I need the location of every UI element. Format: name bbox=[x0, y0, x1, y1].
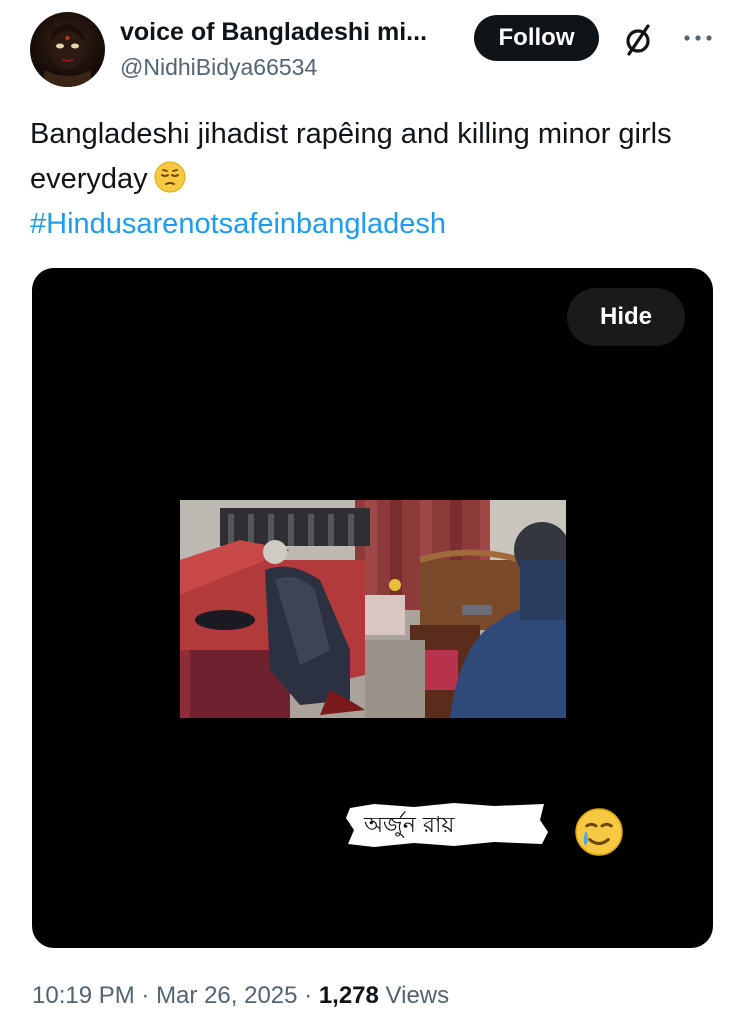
separator-dot: · bbox=[134, 982, 157, 1009]
views-count: 1,278 bbox=[318, 982, 379, 1009]
separator-dot: · bbox=[297, 982, 319, 1009]
media-container[interactable]: Hide অর্জুন রায় bbox=[32, 268, 713, 948]
video-caption: অর্জুন রায় bbox=[344, 798, 623, 856]
tweet-date[interactable]: Mar 26, 2025 bbox=[156, 982, 297, 1009]
author-display-name[interactable]: voice of Bangladeshi mi... bbox=[120, 18, 427, 47]
tweet-metadata: 10:19 PM · Mar 26, 2025 · 1,278 Views bbox=[32, 982, 449, 1010]
hide-media-button[interactable]: Hide bbox=[567, 288, 685, 346]
tweet-header: voice of Bangladeshi mi... @NidhiBidya66… bbox=[30, 10, 720, 90]
caption-text: অর্জুন রায় bbox=[364, 813, 455, 838]
grok-icon[interactable] bbox=[620, 22, 656, 58]
avatar[interactable] bbox=[30, 12, 105, 87]
tweet-time[interactable]: 10:19 PM bbox=[32, 982, 135, 1009]
hashtag-link[interactable]: #Hindusarenotsafeinbangladesh bbox=[30, 208, 446, 240]
tweet-body: Bangladeshi jihadist rapêing and killing… bbox=[30, 112, 710, 247]
views-label: Views bbox=[378, 982, 450, 1009]
video-thumbnail[interactable] bbox=[180, 500, 566, 718]
author-handle[interactable]: @NidhiBidya66534 bbox=[120, 54, 317, 81]
crying-smile-emoji bbox=[496, 806, 623, 856]
tweet-text: Bangladeshi jihadist rapêing and killing… bbox=[30, 118, 672, 195]
more-icon[interactable] bbox=[680, 26, 716, 50]
follow-button[interactable]: Follow bbox=[474, 15, 599, 61]
pensive-face-emoji bbox=[154, 161, 186, 193]
